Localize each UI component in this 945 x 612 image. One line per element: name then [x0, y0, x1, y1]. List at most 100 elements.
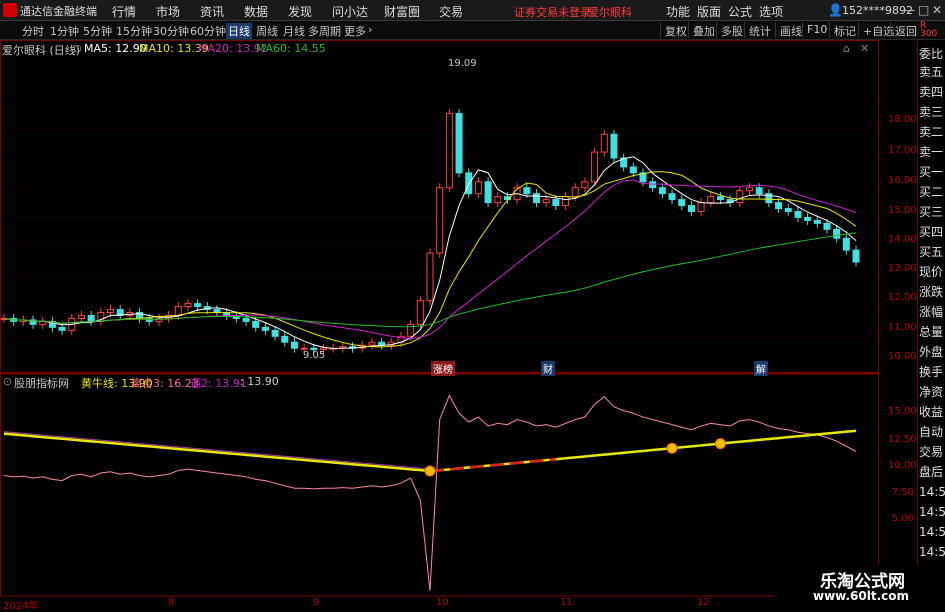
multi-stock-button[interactable]: 多股 — [716, 22, 747, 38]
candle — [794, 210, 802, 218]
menu-discover[interactable]: 发现 — [288, 3, 312, 20]
menu-options[interactable]: 选项 — [759, 3, 783, 20]
candle — [474, 181, 482, 195]
period-multi[interactable]: 多周期 — [308, 23, 341, 39]
x-label: 10 — [436, 597, 449, 608]
side-panel-item: 卖一 — [919, 145, 944, 159]
menu-market[interactable]: 市场 — [156, 3, 180, 20]
side-panel-item: 自动 — [919, 425, 944, 439]
x-label: 12 — [697, 597, 710, 608]
period-daily[interactable]: 日线 — [226, 23, 252, 39]
menu-market-quotes[interactable]: 行情 — [112, 3, 136, 20]
adjust-button[interactable]: 复权 — [660, 22, 691, 38]
period-1min[interactable]: 1分钟 — [50, 23, 79, 39]
candle — [426, 252, 434, 302]
price-tick: 10.00 — [888, 351, 917, 362]
candle — [455, 112, 463, 174]
x-label: 8 — [168, 597, 175, 608]
candle — [494, 196, 502, 204]
menu-function[interactable]: 功能 — [666, 3, 690, 20]
event-tag-limit[interactable]: 涨榜 — [431, 361, 455, 376]
overlay-button[interactable]: 叠加 — [688, 22, 719, 38]
period-weekly[interactable]: 周线 — [256, 23, 278, 39]
menu-wealth[interactable]: 财富圈 — [384, 3, 420, 20]
app-logo-icon — [3, 3, 17, 17]
side-panel-item: 买二 — [919, 185, 944, 199]
side-panel-item: 买四 — [919, 225, 944, 239]
indicator-settings-icon[interactable]: ⊙ — [3, 375, 12, 388]
side-panel-item: 委比 — [919, 47, 944, 61]
candle — [368, 341, 376, 346]
price-tick: 17.00 — [888, 145, 917, 156]
candle — [378, 341, 386, 346]
candle — [194, 303, 202, 308]
maximize-button[interactable]: □ — [918, 3, 929, 17]
back-button[interactable]: 返回 — [890, 22, 921, 38]
candle — [261, 326, 269, 331]
menu-ask[interactable]: 问小达 — [332, 3, 368, 20]
candle — [174, 306, 182, 316]
indicator-name: 股朋指标网 — [14, 377, 69, 390]
menu-formula[interactable]: 公式 — [728, 3, 752, 20]
candle — [581, 181, 589, 189]
ma60-label: MA60: 14.55 — [256, 42, 326, 55]
collapse-icon[interactable]: ⌂ — [843, 42, 850, 55]
chevron-right-icon[interactable]: › — [368, 23, 372, 36]
menu-layout[interactable]: 版面 — [697, 3, 721, 20]
event-tag-finance[interactable]: 财 — [541, 361, 555, 376]
candle — [533, 193, 540, 204]
login-alert[interactable]: 证券交易未登录 — [514, 4, 591, 20]
side-panel-item: 买五 — [919, 245, 944, 259]
minimize-button[interactable]: — — [903, 3, 915, 17]
candle — [833, 228, 841, 239]
price-tick: 14.00 — [888, 234, 917, 245]
side-panel-item: 现价 — [919, 265, 944, 279]
period-30min[interactable]: 30分钟 — [153, 23, 189, 39]
period-more[interactable]: 更多 — [344, 23, 366, 39]
f10-button[interactable]: F10 — [802, 22, 831, 38]
candle — [755, 187, 763, 195]
menu-trade[interactable]: 交易 — [439, 3, 463, 20]
menu-news[interactable]: 资讯 — [200, 3, 224, 20]
candle — [658, 187, 666, 195]
candle — [716, 196, 724, 201]
candle — [707, 196, 715, 204]
stats-button[interactable]: 统计 — [744, 22, 775, 38]
period-15min[interactable]: 15分钟 — [116, 23, 152, 39]
candle — [842, 237, 850, 251]
candle — [87, 314, 95, 322]
period-monthly[interactable]: 月线 — [283, 23, 305, 39]
ma5-label: MA5: 12.90 — [84, 42, 147, 55]
period-5min[interactable]: 5分钟 — [83, 23, 112, 39]
candle — [678, 199, 686, 207]
user-icon[interactable]: 👤 — [828, 3, 843, 17]
price-chart[interactable] — [0, 40, 917, 609]
ind-tick: 15.00 — [888, 406, 917, 417]
side-panel-item: 买三 — [919, 205, 944, 219]
close-panel-icon[interactable]: ✕ — [860, 42, 869, 55]
chart-title: 爱尔眼科 (日线) — [2, 44, 81, 57]
event-tag-unlock[interactable]: 解 — [754, 361, 768, 376]
indicator-panel-border — [0, 373, 879, 597]
candle — [484, 181, 492, 204]
close-button[interactable]: ✕ — [932, 3, 942, 17]
period-60min[interactable]: 60分钟 — [190, 23, 226, 39]
signal-dot — [714, 438, 726, 450]
price-tick: 11.00 — [888, 322, 917, 333]
price-tick: 13.00 — [888, 263, 917, 274]
side-panel-item: 14:56 — [919, 505, 945, 519]
price-tick: 16.00 — [888, 175, 917, 186]
right-header: R 300 — [920, 22, 937, 39]
menu-data[interactable]: 数据 — [244, 3, 268, 20]
candle — [465, 172, 473, 195]
ind-tick: 10.00 — [888, 460, 917, 471]
mark-button[interactable]: 标记 — [829, 22, 860, 38]
candle — [610, 133, 618, 159]
settings-icon[interactable]: ⊙ — [73, 42, 82, 55]
period-tick[interactable]: 分时 — [22, 23, 44, 39]
side-panel-item: 总量 — [919, 325, 944, 339]
candle — [804, 216, 812, 221]
price-tick: 12.00 — [888, 292, 917, 303]
candle — [668, 193, 676, 201]
watermark-url: www.60lt.com — [813, 589, 910, 603]
